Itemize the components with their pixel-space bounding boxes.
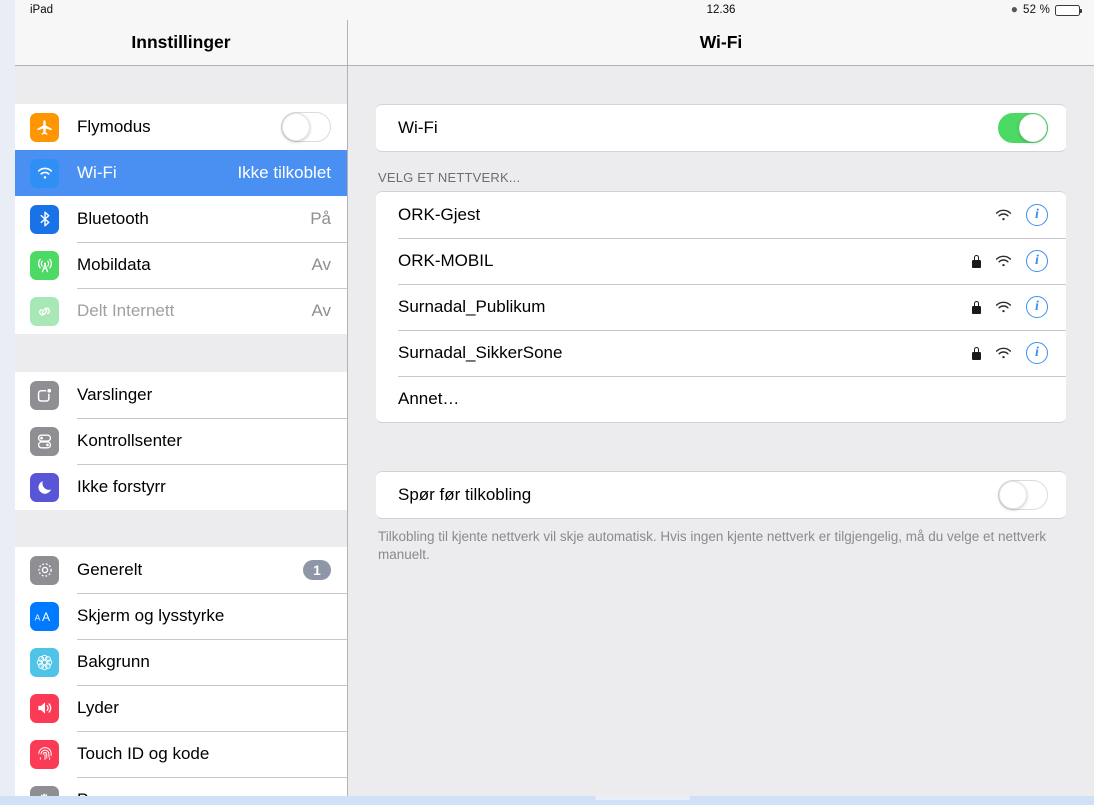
- status-bar: iPad 12.36 ● 52 %: [15, 0, 1094, 20]
- network-list-card: ORK-Gjest i ORK-MOBIL i Surnadal_Publiku…: [376, 191, 1066, 423]
- airplane-icon: [30, 112, 59, 142]
- bottom-edge-band: [0, 796, 1094, 805]
- status-bar-clock: 12.36: [706, 4, 736, 16]
- sidebar-item-label: Bakgrunn: [77, 652, 150, 671]
- sidebar-item-bakgrunn[interactable]: Bakgrunn: [15, 639, 347, 685]
- network-info-button[interactable]: i: [1026, 296, 1048, 318]
- sidebar-item-flymodus[interactable]: Flymodus: [15, 104, 347, 150]
- svg-text:A: A: [41, 610, 50, 624]
- cellular-antenna-icon: [30, 250, 59, 280]
- bluetooth-icon: ●: [1010, 2, 1018, 16]
- sidebar-item-value: Ikke tilkoblet: [237, 163, 331, 182]
- sidebar-item-value: Av: [311, 255, 331, 274]
- sidebar-item-label: Generelt: [77, 560, 143, 579]
- personal-hotspot-icon: [30, 296, 59, 326]
- network-ssid: Surnadal_SikkerSone: [398, 343, 563, 362]
- network-row-surnadal-sikkersone[interactable]: Surnadal_SikkerSone i: [376, 330, 1066, 376]
- sidebar-item-skjerm-og-lysstyrke[interactable]: A A Skjerm og lysstyrke: [15, 593, 347, 639]
- sidebar-item-label: Flymodus: [77, 117, 151, 136]
- wifi-signal-icon: [995, 301, 1012, 314]
- ask-to-join-row[interactable]: Spør før tilkobling: [376, 472, 1066, 518]
- choose-network-header: VELG ET NETTVERK...: [378, 170, 521, 185]
- control-center-icon: [30, 426, 59, 456]
- wifi-toggle-card: Wi-Fi: [376, 104, 1066, 152]
- network-ssid: ORK-MOBIL: [398, 251, 494, 270]
- ask-to-join-toggle[interactable]: [998, 480, 1048, 510]
- sidebar-item-label: Skjerm og lysstyrke: [77, 606, 225, 625]
- sidebar-group-connectivity: Flymodus Wi-Fi Ikke tilkoblet Bluetooth …: [15, 104, 347, 334]
- sidebar-item-label: Kontrollsenter: [77, 431, 182, 450]
- wifi-detail-panel: Wi-Fi VELG ET NETTVERK... ORK-Gjest i OR…: [348, 66, 1094, 805]
- sidebar-item-touch-id-og-kode[interactable]: Touch ID og kode: [15, 731, 347, 777]
- sidebar-item-lyder[interactable]: Lyder: [15, 685, 347, 731]
- ask-to-join-card: Spør før tilkobling: [376, 471, 1066, 519]
- battery-icon: [1055, 4, 1082, 16]
- page-title-wifi: Wi-Fi: [699, 32, 743, 52]
- lock-icon: [972, 254, 981, 268]
- network-row-annet[interactable]: Annet…: [376, 376, 1066, 422]
- network-row-surnadal-publikum[interactable]: Surnadal_Publikum i: [376, 284, 1066, 330]
- gear-icon: [30, 555, 59, 585]
- moon-icon: [30, 472, 59, 502]
- svg-text:A: A: [34, 612, 40, 622]
- bluetooth-icon: [30, 204, 59, 234]
- page-title-settings: Innstillinger: [131, 32, 231, 52]
- notifications-icon: [30, 380, 59, 410]
- wifi-signal-icon: [995, 209, 1012, 222]
- network-info-button[interactable]: i: [1026, 204, 1048, 226]
- wifi-icon: [30, 158, 59, 188]
- sidebar-item-value: På: [310, 209, 331, 228]
- sidebar-item-ikke-forstyrr[interactable]: Ikke forstyrr: [15, 464, 347, 510]
- sidebar-item-label: Touch ID og kode: [77, 744, 210, 763]
- ipad-settings-screen: iPad 12.36 ● 52 % Innstillinger Wi-Fi Fl…: [0, 0, 1094, 805]
- wifi-signal-icon: [995, 255, 1012, 268]
- network-info-button[interactable]: i: [1026, 250, 1048, 272]
- sidebar-item-label: Ikke forstyrr: [77, 477, 166, 496]
- sidebar-item-label: Wi-Fi: [77, 163, 117, 182]
- sidebar-item-label: Mobildata: [77, 255, 151, 274]
- sidebar-item-label: Bluetooth: [77, 209, 149, 228]
- status-badge: 1: [303, 560, 331, 580]
- sidebar-item-wifi[interactable]: Wi-Fi Ikke tilkoblet: [15, 150, 347, 196]
- wallpaper-flower-icon: [30, 647, 59, 677]
- sidebar-group-notifications: Varslinger Kontrollsenter Ikke forstyrr: [15, 372, 347, 510]
- sidebar-item-delt-internett[interactable]: Delt Internett Av: [15, 288, 347, 334]
- network-ssid: Annet…: [398, 389, 460, 408]
- speaker-icon: [30, 693, 59, 723]
- fingerprint-icon: [30, 739, 59, 769]
- network-row-ork-mobil[interactable]: ORK-MOBIL i: [376, 238, 1066, 284]
- wifi-signal-icon: [995, 347, 1012, 360]
- wifi-footnote: Tilkobling til kjente nettverk vil skje …: [378, 529, 1047, 563]
- sidebar-item-varslinger[interactable]: Varslinger: [15, 372, 347, 418]
- wifi-row-label: Wi-Fi: [398, 118, 438, 137]
- sidebar-item-value: Av: [311, 301, 331, 320]
- lock-icon: [972, 300, 981, 314]
- network-ssid: ORK-Gjest: [398, 205, 481, 224]
- lock-icon: [972, 346, 981, 360]
- status-bar-indicators: ● 52 %: [1010, 2, 1082, 16]
- detail-navbar: Wi-Fi: [348, 20, 1094, 66]
- network-ssid: Surnadal_Publikum: [398, 297, 546, 316]
- wifi-toggle-row[interactable]: Wi-Fi: [376, 105, 1066, 151]
- sidebar-item-label: Delt Internett: [77, 301, 175, 320]
- sidebar-item-kontrollsenter[interactable]: Kontrollsenter: [15, 418, 347, 464]
- sidebar-item-label: Lyder: [77, 698, 119, 717]
- sidebar-item-generelt[interactable]: Generelt 1: [15, 547, 347, 593]
- settings-sidebar[interactable]: Flymodus Wi-Fi Ikke tilkoblet Bluetooth …: [15, 66, 348, 805]
- sidebar-item-label: Varslinger: [77, 385, 153, 404]
- network-info-button[interactable]: i: [1026, 342, 1048, 364]
- sidebar-navbar: Innstillinger: [15, 20, 348, 66]
- display-brightness-icon: A A: [30, 601, 59, 631]
- sidebar-item-bluetooth[interactable]: Bluetooth På: [15, 196, 347, 242]
- sidebar-group-system: Generelt 1 A A Skjerm og lysstyrke Bakgr…: [15, 547, 347, 805]
- network-row-ork-gjest[interactable]: ORK-Gjest i: [376, 192, 1066, 238]
- ask-to-join-label: Spør før tilkobling: [398, 485, 532, 504]
- flymodus-toggle[interactable]: [281, 112, 331, 142]
- wifi-toggle[interactable]: [998, 113, 1048, 143]
- sidebar-item-mobildata[interactable]: Mobildata Av: [15, 242, 347, 288]
- battery-percent-label: 52 %: [1022, 4, 1050, 16]
